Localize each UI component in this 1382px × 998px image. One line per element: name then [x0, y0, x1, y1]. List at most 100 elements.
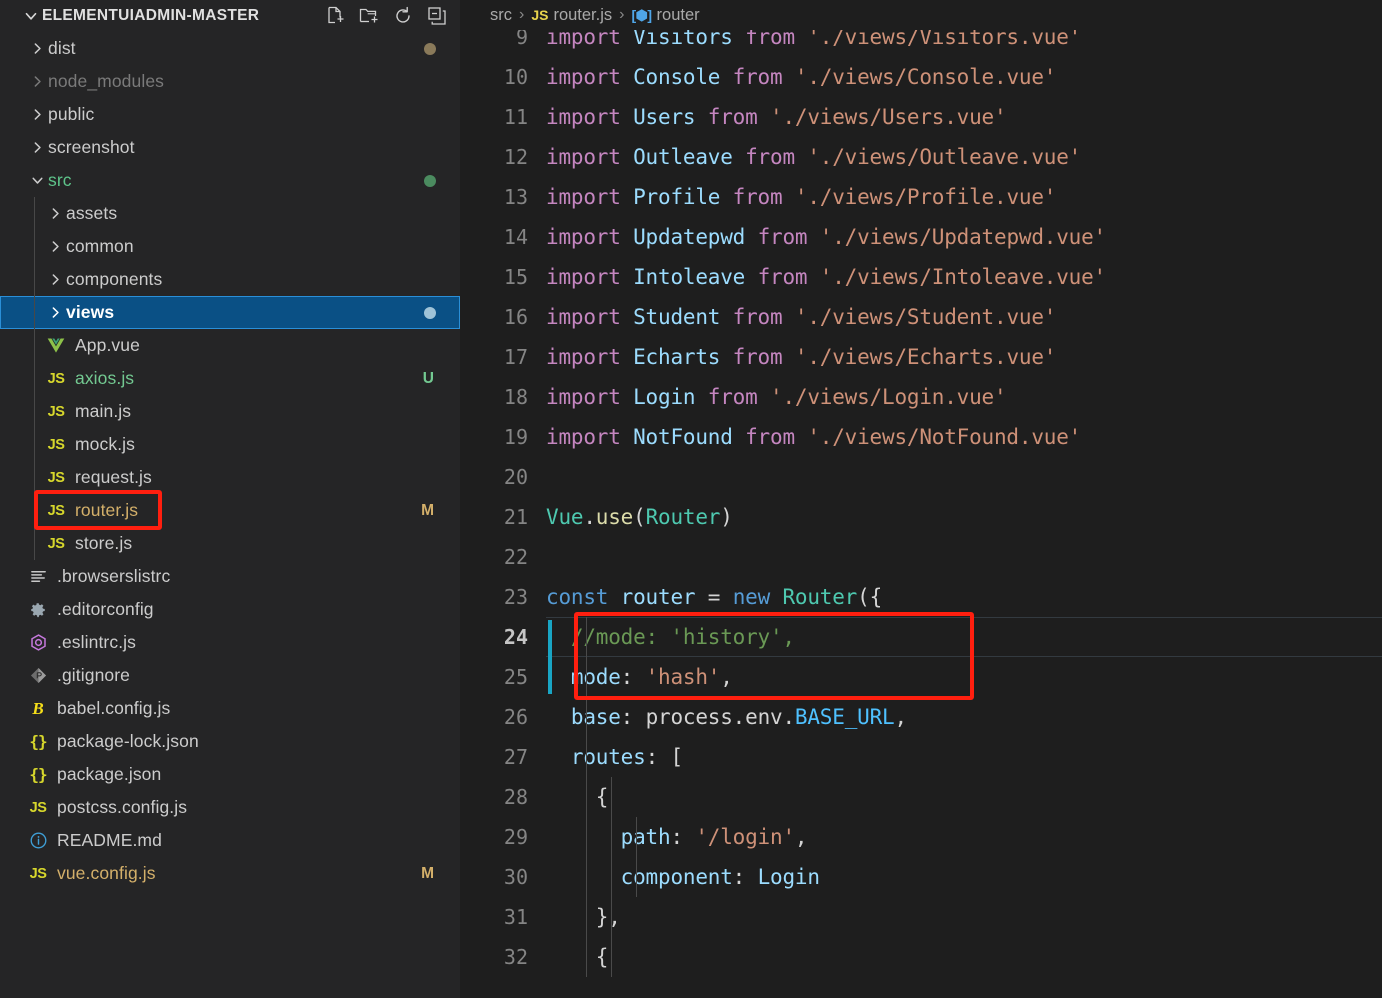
- tree-file-mock-js[interactable]: JS mock.js: [0, 428, 460, 461]
- code-line[interactable]: 12 import Outleave from './views/Outleave…: [460, 137, 1382, 177]
- tree-folder-screenshot[interactable]: screenshot: [0, 131, 460, 164]
- code-line[interactable]: 20: [460, 457, 1382, 497]
- chevron-right-icon[interactable]: [26, 104, 48, 126]
- code-indent-guide: [636, 817, 637, 897]
- git-icon: [26, 665, 50, 687]
- tree-folder-common[interactable]: common: [0, 230, 460, 263]
- chevron-right-icon[interactable]: [26, 137, 48, 159]
- code-line[interactable]: 24 //mode: 'history',: [460, 617, 1382, 657]
- code-text: import Outleave from './views/Outleave.v…: [546, 145, 1082, 169]
- breadcrumb-folder[interactable]: src: [490, 6, 512, 25]
- code-text: routes: [: [570, 745, 683, 769]
- tree-file-app-vue[interactable]: App.vue: [0, 329, 460, 362]
- status-dot: [424, 42, 436, 55]
- tree-file-postcss-config-js[interactable]: JS postcss.config.js: [0, 791, 460, 824]
- tree-file-store-js[interactable]: JS store.js: [0, 527, 460, 560]
- tree-file-eslintrc-js[interactable]: .eslintrc.js: [0, 626, 460, 659]
- new-file-icon[interactable]: [324, 5, 346, 27]
- js-icon: JS: [47, 370, 65, 387]
- tree-item-label: App.vue: [75, 335, 140, 355]
- code-line[interactable]: 17 import Echarts from './views/Echarts.v…: [460, 337, 1382, 377]
- line-number: 23: [503, 585, 528, 609]
- code-line[interactable]: 22: [460, 537, 1382, 577]
- code-line[interactable]: 21 Vue.use(Router): [460, 497, 1382, 537]
- tree-file-editorconfig[interactable]: .editorconfig: [0, 593, 460, 626]
- tree-file-babel-config-js[interactable]: Bbabel.config.js: [0, 692, 460, 725]
- code-line[interactable]: 14 import Updatepwd from './views/Updatep…: [460, 217, 1382, 257]
- tree-item-label: store.js: [75, 533, 133, 553]
- code-line[interactable]: 29 path: '/login',: [460, 817, 1382, 857]
- git-status-badge: M: [421, 864, 434, 882]
- status-dot: [424, 306, 436, 319]
- code-text: component: Login: [620, 865, 820, 889]
- collapse-all-icon[interactable]: [426, 5, 448, 27]
- tree-file-readme-md[interactable]: README.md: [0, 824, 460, 857]
- code-line[interactable]: 32 {: [460, 937, 1382, 977]
- code-lines[interactable]: 9 import Visitors from './views/Visitors.…: [460, 25, 1382, 998]
- new-folder-icon[interactable]: [358, 5, 380, 27]
- git-status-badge: U: [422, 369, 434, 387]
- tree-folder-components[interactable]: components: [0, 263, 460, 296]
- js-icon: JS: [29, 865, 47, 882]
- chevron-down-icon[interactable]: [22, 7, 40, 25]
- chevron-right-icon[interactable]: [26, 38, 48, 60]
- line-number: 20: [503, 465, 528, 489]
- code-line[interactable]: 25 mode: 'hash',: [460, 657, 1382, 697]
- line-number: 27: [503, 745, 528, 769]
- code-line[interactable]: 30 component: Login: [460, 857, 1382, 897]
- chevron-right-icon[interactable]: [44, 269, 66, 291]
- code-line[interactable]: 10 import Console from './views/Console.v…: [460, 57, 1382, 97]
- tree-folder-src[interactable]: src: [0, 164, 460, 197]
- chevron-right-icon[interactable]: [44, 203, 66, 225]
- code-line[interactable]: 16 import Student from './views/Student.v…: [460, 297, 1382, 337]
- tree-folder-assets[interactable]: assets: [0, 197, 460, 230]
- line-number: 25: [503, 665, 528, 689]
- chevron-right-icon[interactable]: [26, 71, 48, 93]
- tree-item-label: vue.config.js: [57, 863, 156, 883]
- tree-file-main-js[interactable]: JS main.js: [0, 395, 460, 428]
- eslint-icon: [26, 632, 50, 654]
- code-line[interactable]: 28 {: [460, 777, 1382, 817]
- tree-file-vue-config-js[interactable]: JS vue.config.js M: [0, 857, 460, 890]
- tree-folder-views[interactable]: views: [0, 296, 460, 329]
- chevron-right-icon[interactable]: [44, 236, 66, 258]
- code-line[interactable]: 18 import Login from './views/Login.vue': [460, 377, 1382, 417]
- code-line[interactable]: 11 import Users from './views/Users.vue': [460, 97, 1382, 137]
- tree-folder-dist[interactable]: dist: [0, 32, 460, 65]
- breadcrumb-file[interactable]: router.js: [553, 6, 612, 25]
- tree-file-request-js[interactable]: JS request.js: [0, 461, 460, 494]
- js-icon: JS: [47, 535, 65, 552]
- code-line[interactable]: 31 },: [460, 897, 1382, 937]
- vue-icon: [44, 335, 68, 357]
- breadcrumb-symbol[interactable]: router: [657, 6, 700, 25]
- line-number: 11: [503, 105, 528, 129]
- tree-folder-public[interactable]: public: [0, 98, 460, 131]
- tree-item-label: .eslintrc.js: [57, 632, 136, 652]
- tree-item-label: views: [66, 302, 115, 322]
- chevron-down-icon[interactable]: [26, 170, 48, 192]
- tree-item-label: request.js: [75, 467, 152, 487]
- chevron-right-icon[interactable]: [44, 302, 66, 324]
- tree-folder-node-modules[interactable]: node_modules: [0, 65, 460, 98]
- tree-file-router-js[interactable]: JS router.js M: [0, 494, 460, 527]
- code-line[interactable]: 15 import Intoleave from './views/Intolea…: [460, 257, 1382, 297]
- code-line[interactable]: 23 const router = new Router({: [460, 577, 1382, 617]
- refresh-icon[interactable]: [392, 5, 414, 27]
- tree-file-axios-js[interactable]: JS axios.js U: [0, 362, 460, 395]
- code-text: import Student from './views/Student.vue…: [546, 305, 1057, 329]
- tree-item-label: README.md: [57, 830, 162, 850]
- code-line[interactable]: 27 routes: [: [460, 737, 1382, 777]
- tree-file-package-lock-json[interactable]: {} package-lock.json: [0, 725, 460, 758]
- code-editor-pane: src › JS router.js › [⬢] router 9 import …: [460, 0, 1382, 998]
- code-line[interactable]: 19 import NotFound from './views/NotFound…: [460, 417, 1382, 457]
- js-icon: JS: [47, 403, 65, 420]
- tree-file-package-json[interactable]: {} package.json: [0, 758, 460, 791]
- tree-file-gitignore[interactable]: .gitignore: [0, 659, 460, 692]
- workspace-title: ELEMENTUIADMIN-MASTER: [42, 7, 260, 24]
- code-line[interactable]: 13 import Profile from './views/Profile.v…: [460, 177, 1382, 217]
- code-line[interactable]: 26 base: process.env.BASE_URL,: [460, 697, 1382, 737]
- code-indent-guide: [611, 777, 612, 977]
- line-number: 10: [503, 65, 528, 89]
- tree-file-browserslistrc[interactable]: .browserslistrc: [0, 560, 460, 593]
- breadcrumb-separator-1: ›: [519, 6, 525, 23]
